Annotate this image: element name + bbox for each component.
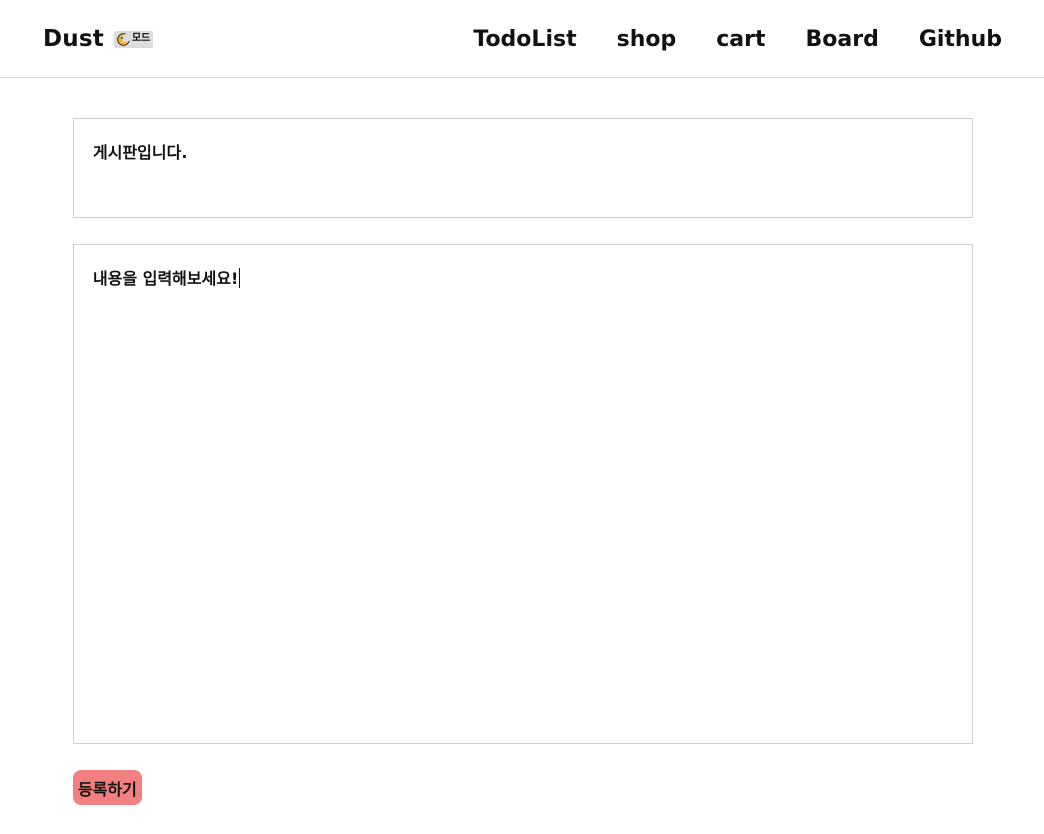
post-content-textarea[interactable]: 내용을 입력해보세요! (73, 244, 973, 744)
top-navbar: Dust 모드 TodoList shop cart Board Github (0, 0, 1044, 78)
dark-mode-toggle[interactable]: 모드 (113, 30, 154, 48)
main-nav: TodoList shop cart Board Github (473, 24, 1002, 54)
moon-icon (117, 32, 131, 46)
nav-link-todolist[interactable]: TodoList (473, 27, 576, 52)
mode-toggle-label: 모드 (131, 33, 151, 44)
post-title-input[interactable]: 게시판입니다. (73, 118, 973, 218)
brand: Dust 모드 (43, 24, 154, 54)
post-content-value: 내용을 입력해보세요! (93, 269, 239, 288)
submit-button[interactable]: 등록하기 (73, 770, 142, 805)
nav-link-shop[interactable]: shop (617, 27, 677, 52)
brand-logo-text[interactable]: Dust (43, 26, 104, 52)
text-caret (239, 268, 241, 288)
nav-link-cart[interactable]: cart (716, 27, 765, 52)
post-title-value: 게시판입니다. (93, 143, 188, 162)
nav-link-github[interactable]: Github (919, 27, 1002, 52)
nav-link-board[interactable]: Board (805, 27, 878, 52)
